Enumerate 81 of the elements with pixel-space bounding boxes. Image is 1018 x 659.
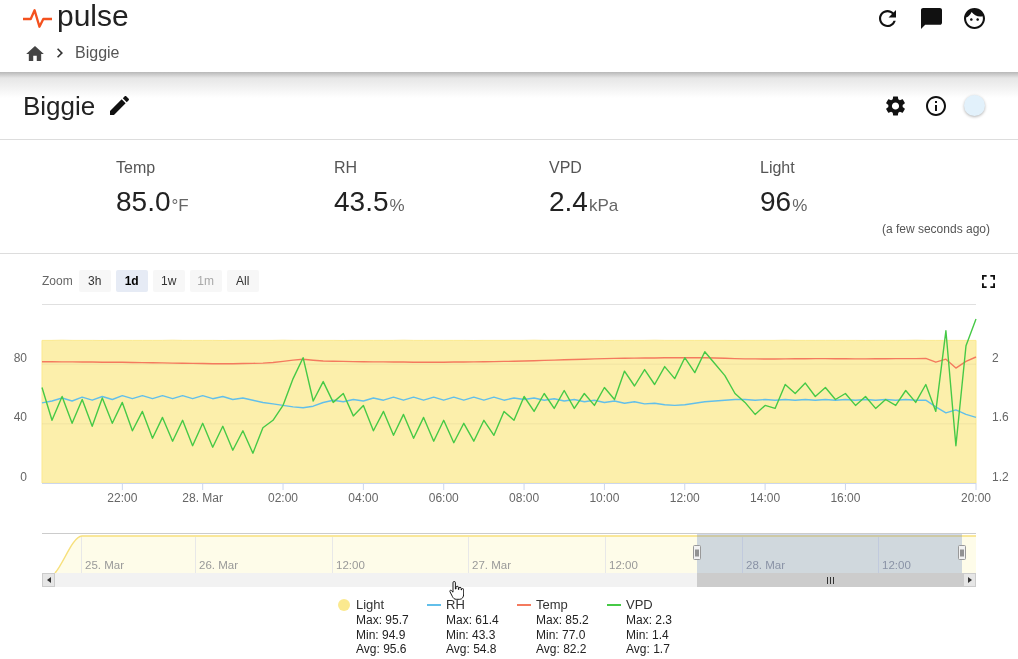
pulse-logo-icon — [23, 8, 52, 28]
chevron-right-icon — [57, 48, 63, 58]
face-icon[interactable] — [964, 8, 985, 29]
legend-stat: Min: 94.9 — [356, 627, 407, 642]
axis-label: 12:00 — [669, 491, 700, 505]
zoom-range-button[interactable]: 1w — [152, 270, 185, 292]
reading-value: 85.0 — [116, 186, 171, 218]
scroll-right-button[interactable] — [963, 573, 976, 587]
axis-label: 06:00 — [428, 491, 459, 505]
reading-label: VPD — [549, 159, 582, 177]
home-icon[interactable] — [26, 45, 44, 61]
axis-label: 0 — [20, 470, 27, 484]
axis-label: 40 — [13, 410, 27, 425]
chat-bubble-icon[interactable] — [921, 8, 942, 29]
right-arrow-icon — [967, 577, 972, 583]
info-icon[interactable] — [926, 95, 946, 116]
breadcrumb-link[interactable]: Biggie — [75, 43, 120, 63]
legend-stat: Min: 43.3 — [446, 627, 497, 642]
axis-label: 27. Mar — [472, 559, 511, 571]
status-indicator-icon — [964, 95, 985, 116]
fullscreen-icon[interactable] — [982, 274, 995, 288]
zoom-range-button[interactable]: 1d — [115, 270, 148, 292]
zoom-range-button[interactable]: 3h — [78, 270, 111, 292]
grip-icon — [826, 576, 834, 584]
pencil-icon[interactable] — [110, 96, 130, 115]
legend-stat: Avg: 95.6 — [356, 642, 408, 657]
hand-cursor-icon — [449, 581, 464, 600]
legend-stat: Avg: 54.8 — [446, 642, 498, 657]
device-title: Biggie — [23, 89, 96, 122]
axis-label: 04:00 — [348, 491, 379, 505]
legend-stat: Max: 95.7 — [356, 613, 409, 628]
axis-label: 08:00 — [509, 491, 540, 505]
legend-stat: Max: 61.4 — [446, 613, 499, 628]
reading-label: Temp — [116, 159, 156, 177]
axis-label: 12:00 — [336, 559, 365, 571]
legend-label[interactable]: Light — [356, 597, 409, 613]
legend-stat: Avg: 1.7 — [626, 642, 671, 657]
legend-label[interactable]: VPD — [626, 597, 673, 613]
updated-time: (a few seconds ago) — [881, 222, 990, 236]
axis-label: 12:00 — [609, 559, 638, 571]
axis-label: 20:00 — [961, 491, 991, 505]
reading-value: 2.4 — [549, 186, 588, 218]
range-handle[interactable] — [958, 545, 966, 560]
axis-label: 26. Mar — [199, 559, 238, 571]
reading-value: 96 — [760, 186, 792, 218]
legend-stat: Min: 1.4 — [626, 627, 670, 642]
axis-label: 28. Mar — [746, 559, 785, 571]
settings-icon[interactable] — [886, 95, 905, 116]
scrollbar-thumb[interactable] — [697, 573, 963, 587]
legend-stat: Max: 2.3 — [626, 613, 673, 628]
legend-stat: Max: 85.2 — [536, 613, 589, 628]
axis-label: 80 — [13, 350, 27, 365]
reading-unit: °F — [171, 196, 189, 216]
axis-label: 1.2 — [992, 470, 1009, 484]
axis-label: 1.6 — [992, 410, 1009, 425]
axis-label: 10:00 — [589, 491, 620, 505]
axis-label: 25. Mar — [85, 559, 124, 571]
axis-label: 14:00 — [750, 491, 781, 505]
range-handle[interactable] — [693, 545, 701, 560]
reading-label: Light — [760, 159, 795, 177]
reading-unit: % — [792, 196, 808, 216]
axis-label: 16:00 — [830, 491, 861, 505]
axis-label: 02:00 — [268, 491, 299, 505]
axis-label: 12:00 — [882, 559, 911, 571]
reading-unit: kPa — [588, 196, 619, 216]
axis-label: 22:00 — [107, 491, 138, 505]
refresh-icon[interactable] — [879, 10, 896, 27]
reading-label: RH — [334, 159, 358, 177]
zoom-range-button[interactable]: All — [226, 270, 259, 292]
legend-stat: Min: 77.0 — [536, 627, 587, 642]
scroll-left-button[interactable] — [42, 573, 55, 587]
left-arrow-icon — [46, 577, 51, 583]
logo-text: pulse — [57, 1, 129, 31]
reading-unit: % — [389, 196, 405, 216]
legend-label[interactable]: Temp — [536, 597, 589, 613]
legend-label[interactable]: RH — [446, 597, 499, 613]
legend-stat: Avg: 82.2 — [536, 642, 588, 657]
reading-value: 43.5 — [334, 186, 389, 218]
axis-label: 2 — [992, 350, 999, 365]
zoom-label: Zoom — [42, 274, 73, 288]
axis-label: 28. Mar — [182, 491, 224, 505]
